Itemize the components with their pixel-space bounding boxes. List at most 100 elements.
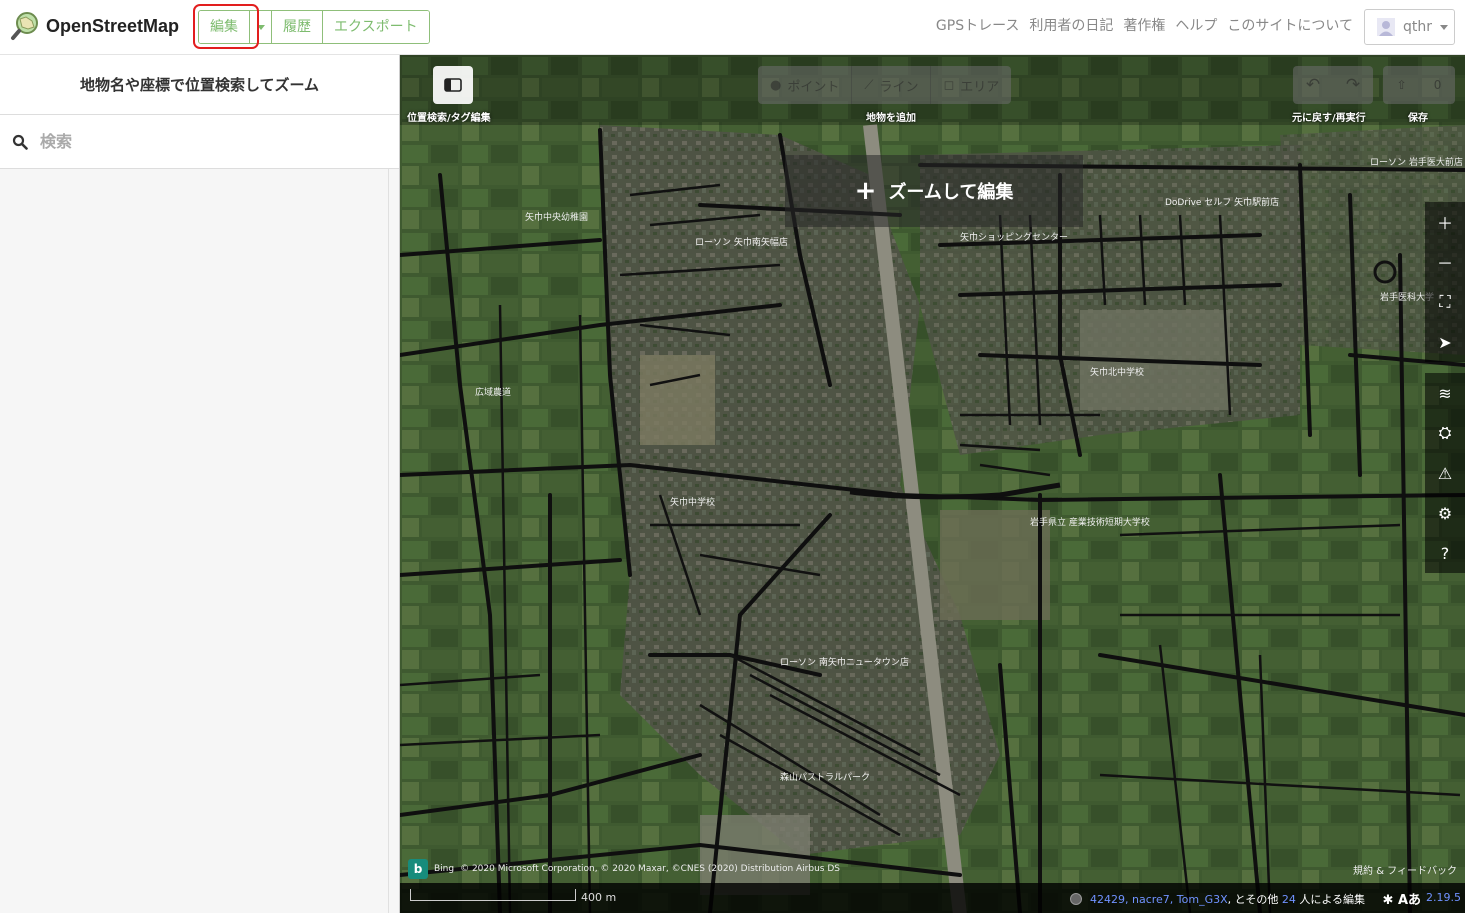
version-link[interactable]: 2.19.5	[1426, 891, 1461, 904]
point-icon: ●	[770, 77, 782, 93]
map-place-label: ローソン 岩手医大前店	[1370, 156, 1463, 168]
undo-icon: ↶	[1305, 75, 1321, 95]
nav-copyright[interactable]: 著作権	[1123, 15, 1165, 35]
sidebar-content	[0, 169, 389, 913]
map-data-button[interactable]: ⛭	[1425, 413, 1465, 453]
map-place-label: 矢巾中学校	[670, 496, 715, 508]
attribution-text: © 2020 Microsoft Corporation, © 2020 Max…	[460, 864, 840, 874]
zoom-to-edit-button[interactable]: + ズームして編集	[785, 155, 1083, 227]
contributors-suffix: 人による編集	[1299, 893, 1365, 906]
map-place-label: ローソン 矢巾南矢幅店	[695, 236, 788, 248]
zoom-selection-icon: ⛶	[1439, 292, 1451, 311]
map-canvas[interactable]: 矢巾中央幼稚園 ローソン 矢巾南矢幅店 矢巾ショッピングセンター DoDrive セル…	[400, 55, 1465, 913]
geolocate-icon: ➤	[1438, 332, 1452, 352]
imagery-attribution: b Bing © 2020 Microsoft Corporation, © 2…	[408, 859, 840, 879]
sidebar-toggle-button[interactable]	[433, 66, 473, 104]
bug-icon[interactable]: ✱	[1383, 893, 1394, 908]
sidebar: 地物名や座標で位置検索してズーム	[0, 55, 400, 913]
area-icon: ◻	[943, 77, 955, 93]
background-button[interactable]: ≋	[1425, 373, 1465, 413]
contributors: 42429, nacre7, Tom_G3X, とその他 24 人による編集	[1070, 891, 1365, 907]
redo-icon: ↷	[1345, 75, 1361, 95]
nav-help[interactable]: ヘルプ	[1175, 15, 1217, 35]
edit-button[interactable]: 編集	[199, 11, 250, 43]
language-icon[interactable]: Aあ	[1398, 893, 1421, 908]
undo-redo-group: ↶ ↷	[1293, 66, 1373, 104]
user-name: qthr	[1403, 19, 1433, 35]
map-data-icon: ⛭	[1438, 423, 1452, 442]
footer-tools: ✱ Aあ	[1383, 889, 1422, 908]
map-place-label: 岩手県立 産業技術短期大学校	[1030, 516, 1150, 528]
add-line-label: ライン	[879, 79, 919, 95]
redo-button[interactable]: ↷	[1333, 66, 1373, 104]
zoom-to-edit-label: ズームして編集	[888, 182, 1014, 203]
add-line-button[interactable]: ⟋ ライン	[852, 66, 932, 104]
scale-label: 400 m	[581, 891, 617, 904]
map-place-label: 広域農道	[475, 386, 511, 398]
upload-icon: ⇧	[1396, 78, 1407, 92]
edit-button-group: 編集 履歴 エクスポート	[198, 10, 430, 44]
preferences-icon: ⚙	[1437, 503, 1453, 523]
help-icon: ?	[1440, 543, 1450, 563]
nav-about[interactable]: このサイトについて	[1227, 15, 1353, 35]
add-point-button[interactable]: ● ポイント	[758, 66, 853, 104]
feature-search-bar	[0, 115, 399, 169]
osm-logo[interactable]: OpenStreetMap	[10, 11, 179, 41]
save-button[interactable]: ⇧ 0	[1383, 66, 1455, 104]
export-button[interactable]: エクスポート	[323, 11, 429, 43]
map-footer: 400 m 42429, nacre7, Tom_G3X, とその他 24 人に…	[400, 883, 1465, 913]
top-navigation: OpenStreetMap 編集 履歴 エクスポート GPSトレース 利用者の日…	[0, 0, 1465, 55]
chevron-down-icon	[1440, 24, 1449, 30]
contributor-separator: ,	[1227, 892, 1232, 906]
add-feature-modes: ● ポイント ⟋ ライン ◻ エリア	[758, 66, 1012, 104]
zoom-in-button[interactable]: ＋	[1425, 202, 1465, 242]
geolocate-button[interactable]: ➤	[1425, 322, 1465, 362]
map-place-label: DoDrive セルフ 矢巾駅前店	[1165, 196, 1279, 208]
layers-icon: ≋	[1438, 383, 1452, 403]
edit-dropdown-button[interactable]	[250, 11, 272, 43]
undo-button[interactable]: ↶	[1293, 66, 1333, 104]
contributor-links[interactable]: 42429, nacre7, Tom_G3X	[1090, 893, 1228, 906]
nav-user-diaries[interactable]: 利用者の日記	[1029, 15, 1113, 35]
map-place-label: 矢巾北中学校	[1090, 366, 1144, 378]
panel-controls: ≋ ⛭ ⚠ ⚙ ?	[1425, 373, 1465, 573]
add-feature-label: 地物を追加	[866, 113, 916, 124]
zoom-in-icon: ＋	[1436, 214, 1453, 233]
map-place-label: 矢巾ショッピングセンター	[960, 231, 1068, 243]
search-icon	[12, 134, 28, 150]
bing-logo-icon: b	[408, 859, 428, 879]
add-area-button[interactable]: ◻ エリア	[931, 66, 1011, 104]
save-count: 0	[1433, 78, 1442, 92]
issues-button[interactable]: ⚠	[1425, 453, 1465, 493]
nav-gps-traces[interactable]: GPSトレース	[936, 15, 1019, 35]
issues-icon: ⚠	[1437, 463, 1453, 483]
zoom-to-selection-button[interactable]: ⛶	[1425, 282, 1465, 322]
sidebar-icon	[444, 78, 462, 92]
plus-icon: +	[854, 176, 877, 206]
add-point-label: ポイント	[787, 79, 840, 95]
add-area-label: エリア	[960, 79, 1000, 95]
contributors-count[interactable]: 24	[1282, 893, 1296, 906]
user-menu-button[interactable]: qthr	[1364, 9, 1455, 45]
line-icon: ⟋	[864, 77, 874, 93]
help-button[interactable]: ?	[1425, 533, 1465, 573]
chevron-down-icon	[256, 24, 265, 30]
zoom-out-button[interactable]: －	[1425, 242, 1465, 282]
user-avatar-icon	[1377, 18, 1395, 36]
sidebar-toggle-label: 位置検索/タグ編集	[407, 113, 491, 124]
osm-magnifier-icon	[11, 12, 38, 40]
history-button[interactable]: 履歴	[272, 11, 323, 43]
map-place-label: 森山パストラルパーク	[780, 771, 870, 783]
secondary-nav: GPSトレース 利用者の日記 著作権 ヘルプ このサイトについて	[926, 15, 1353, 35]
undo-redo-label: 元に戻す/再実行	[1292, 113, 1366, 124]
terms-link[interactable]: 規約 & フィードバック	[1353, 862, 1457, 877]
feature-search-input[interactable]	[40, 132, 370, 151]
bing-label: Bing	[434, 864, 455, 874]
preferences-button[interactable]: ⚙	[1425, 493, 1465, 533]
history-pie-icon	[1070, 893, 1083, 905]
save-label: 保存	[1408, 113, 1428, 124]
scale-bar[interactable]	[410, 889, 576, 901]
contributors-mid: とその他	[1234, 893, 1279, 906]
site-name: OpenStreetMap	[46, 15, 180, 36]
map-place-label: ローソン 南矢巾ニュータウン店	[780, 656, 909, 668]
